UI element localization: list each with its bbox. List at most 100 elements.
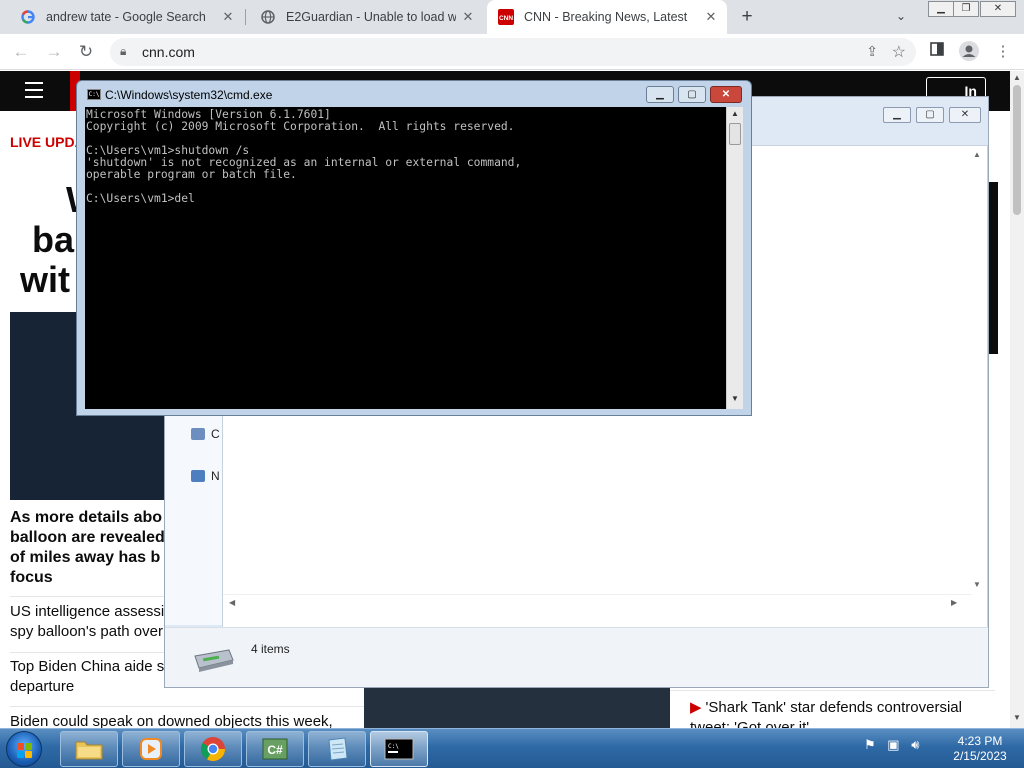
folder-icon: [75, 741, 103, 760]
list-item[interactable]: Top Biden China aide s departure: [10, 657, 175, 697]
video-thumbnail[interactable]: [364, 686, 670, 728]
scroll-thumb[interactable]: [729, 123, 741, 145]
page-scrollbar[interactable]: ▲ ▼: [1010, 71, 1024, 728]
bookmark-star-icon[interactable]: ☆: [892, 42, 906, 62]
clock-time: 4:23 PM: [957, 734, 1003, 748]
tab-title: andrew tate - Google Search: [46, 10, 206, 24]
divider: [10, 706, 365, 707]
cmd-window[interactable]: C:\ C:\Windows\system32\cmd.exe ▁ ▢ ✕ Mi…: [76, 80, 752, 416]
list-item[interactable]: US intelligence assessi spy balloon's pa…: [10, 602, 175, 642]
restore-button[interactable]: ❐: [953, 1, 979, 17]
right-rail-image[interactable]: [988, 182, 998, 354]
scroll-thumb[interactable]: [1013, 85, 1021, 215]
scroll-up-icon[interactable]: ▲: [1012, 73, 1022, 82]
nav-item-computer[interactable]: C: [191, 427, 220, 441]
svg-text:C:\: C:\: [388, 743, 399, 750]
scroll-up-icon[interactable]: ▲: [731, 109, 739, 118]
network-icon: [191, 470, 205, 482]
action-center-flag-icon[interactable]: ⚑: [864, 737, 876, 752]
tab-cnn[interactable]: CNN CNN - Breaking News, Latest Ne ✕: [487, 0, 727, 34]
side-panel-icon[interactable]: [926, 41, 948, 63]
csharp-icon: C#: [262, 738, 288, 760]
taskbar-media-player[interactable]: [122, 731, 180, 767]
taskbar-notepad[interactable]: [308, 731, 366, 767]
lock-icon: 🔒︎: [120, 44, 127, 58]
sub-headline-link[interactable]: As more details abo balloon are revealed…: [10, 508, 170, 588]
minimize-button[interactable]: ▁: [646, 86, 674, 103]
minimize-button[interactable]: ▁: [928, 1, 954, 17]
globe-icon: [260, 9, 276, 25]
vertical-scrollbar[interactable]: ▲ ▼: [970, 146, 987, 646]
svg-text:C#: C#: [267, 743, 283, 757]
taskbar-cmd[interactable]: C:\: [370, 731, 428, 767]
start-button[interactable]: [6, 731, 42, 767]
computer-icon: [191, 428, 205, 440]
live-updates-label[interactable]: LIVE UPDA: [10, 134, 85, 150]
profile-avatar-icon[interactable]: [958, 41, 980, 63]
close-window-button[interactable]: ✕: [980, 1, 1016, 17]
console-output[interactable]: Microsoft Windows [Version 6.1.7601] Cop…: [85, 107, 726, 409]
url-text[interactable]: cnn.com: [142, 44, 195, 60]
cmd-app-icon: C:\: [87, 89, 101, 100]
play-video-icon: ▶: [690, 699, 702, 716]
reload-icon[interactable]: ↻: [75, 41, 97, 63]
media-player-icon: [140, 738, 162, 760]
drive-icon: [191, 646, 234, 672]
new-tab-plus-icon[interactable]: +: [737, 7, 757, 27]
nav-label: C: [211, 427, 220, 441]
chrome-toolbar: ← → ↻ 🔒︎ cnn.com ⇪ ☆ ⋮: [0, 34, 1024, 70]
google-g-icon: [20, 9, 36, 25]
tab-e2guardian[interactable]: E2Guardian - Unable to load web ✕: [240, 0, 484, 34]
scroll-right-icon[interactable]: ▶: [951, 598, 957, 607]
divider: [670, 690, 995, 691]
close-tab-icon[interactable]: ✕: [703, 9, 719, 25]
notepad-icon: [328, 737, 348, 761]
forward-arrow-icon[interactable]: →: [43, 41, 65, 63]
cmd-icon: C:\: [384, 738, 414, 760]
cmd-title: C:\Windows\system32\cmd.exe: [105, 88, 273, 102]
item-count: 4 items: [251, 642, 290, 656]
system-tray: ⚑ ▣ 🔊︎: [864, 737, 919, 753]
taskbar-explorer[interactable]: [60, 731, 118, 767]
volume-icon[interactable]: 🔊︎: [911, 737, 919, 752]
tab-title: CNN - Breaking News, Latest Ne: [524, 10, 690, 24]
clock-date: 2/15/2023: [953, 749, 1007, 763]
close-tab-icon[interactable]: ✕: [460, 9, 476, 25]
desktop: andrew tate - Google Search ✕ E2Guardian…: [0, 0, 1024, 768]
hamburger-menu-icon[interactable]: [25, 82, 43, 98]
close-button[interactable]: ✕: [949, 107, 981, 123]
taskbar-csharp[interactable]: C#: [246, 731, 304, 767]
maximize-button[interactable]: ▢: [678, 86, 706, 103]
maximize-button[interactable]: ▢: [916, 107, 944, 123]
back-arrow-icon[interactable]: ←: [10, 41, 32, 63]
scroll-down-icon[interactable]: ▼: [731, 394, 739, 403]
close-tab-icon[interactable]: ✕: [220, 9, 236, 25]
cnn-logo-icon: CNN: [498, 9, 514, 25]
nav-label: N: [211, 469, 220, 483]
details-pane: 4 items: [165, 627, 988, 687]
console-text: Microsoft Windows [Version 6.1.7601] Cop…: [86, 108, 522, 205]
taskbar-chrome[interactable]: [184, 731, 242, 767]
minimize-button[interactable]: ▁: [883, 107, 911, 123]
scroll-left-icon[interactable]: ◀: [229, 598, 235, 607]
tab-google-search[interactable]: andrew tate - Google Search ✕: [0, 0, 244, 34]
tab-title: E2Guardian - Unable to load web: [286, 10, 456, 24]
address-bar[interactable]: 🔒︎ cnn.com ⇪ ☆: [110, 38, 916, 66]
cmd-scrollbar[interactable]: ▲ ▼: [726, 107, 743, 409]
chevron-down-icon[interactable]: ⌄: [896, 9, 906, 23]
horizontal-scrollbar[interactable]: ◀ ▶: [223, 594, 972, 610]
taskbar: C# C:\ ⚑ ▣ 🔊︎ 4:23 PM 2/15/2023: [0, 728, 1024, 768]
clock[interactable]: 4:23 PM 2/15/2023: [950, 734, 1010, 764]
share-icon[interactable]: ⇪: [866, 43, 878, 60]
nav-item-network[interactable]: N: [191, 469, 220, 483]
close-button[interactable]: ✕: [710, 86, 742, 103]
kebab-menu-icon[interactable]: ⋮: [992, 41, 1014, 63]
scroll-down-icon[interactable]: ▼: [973, 580, 981, 589]
svg-text:CNN: CNN: [499, 15, 513, 22]
navigation-pane: C N: [165, 415, 222, 625]
chrome-tab-strip: andrew tate - Google Search ✕ E2Guardian…: [0, 0, 1024, 34]
scroll-up-icon[interactable]: ▲: [973, 150, 981, 159]
chrome-icon: [200, 737, 225, 762]
network-icon[interactable]: ▣: [887, 737, 899, 752]
scroll-down-icon[interactable]: ▼: [1012, 713, 1022, 722]
